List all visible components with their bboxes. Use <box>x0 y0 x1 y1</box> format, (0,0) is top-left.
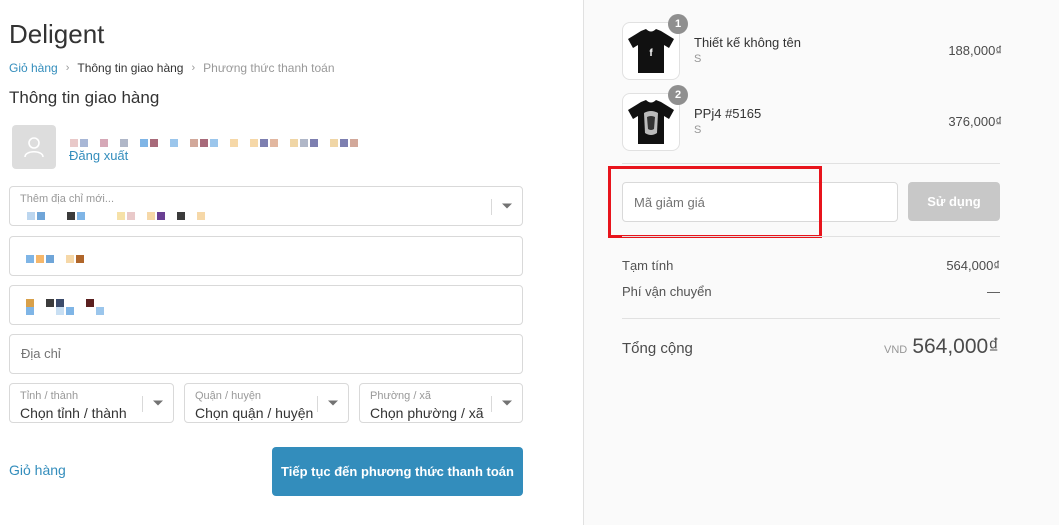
select-divider <box>491 199 492 215</box>
phone-field[interactable] <box>9 285 523 325</box>
subtotal-value: 564,000₫ <box>946 258 1000 273</box>
address-field[interactable]: Địa chỉ <box>9 334 523 374</box>
address-placeholder: Địa chỉ <box>21 346 61 361</box>
quantity-badge: 1 <box>668 14 688 34</box>
back-to-cart-link[interactable]: Giỏ hàng <box>9 462 66 478</box>
chevron-right-icon: › <box>65 62 70 74</box>
shipping-value: — <box>987 284 1000 299</box>
chevron-right-icon: › <box>191 62 196 74</box>
product-name: Thiết kế không tên <box>694 35 801 50</box>
ward-label: Phường / xã <box>370 390 432 402</box>
divider <box>622 163 1000 164</box>
shipping-label: Phí vận chuyển <box>622 284 712 299</box>
total-label: Tổng cộng <box>622 340 693 357</box>
subtotal-line: Tạm tính 564,000₫ <box>622 258 1000 273</box>
shipping-line: Phí vận chuyển — <box>622 284 1000 299</box>
address-select-label: Thêm địa chỉ mới... <box>20 193 115 205</box>
avatar <box>12 125 56 169</box>
logout-link[interactable]: Đăng xuất <box>69 148 128 163</box>
ward-value: Chọn phường / xã <box>370 405 484 421</box>
cart-item: f 1 Thiết kế không tên S 188,000₫ <box>622 14 1002 82</box>
chevron-down-icon <box>153 400 163 406</box>
breadcrumb-payment: Phương thức thanh toán <box>203 61 335 75</box>
cart-item: 2 PPj4 #5165 S 376,000₫ <box>622 85 1002 153</box>
divider <box>622 236 1000 237</box>
apply-discount-button[interactable]: Sử dụng <box>908 182 1000 221</box>
province-value: Chọn tỉnh / thành <box>20 405 127 421</box>
redacted-name-value <box>26 255 84 263</box>
total-value: 564,000₫ <box>912 335 999 358</box>
section-title: Thông tin giao hàng <box>9 88 160 107</box>
select-divider <box>491 396 492 412</box>
province-label: Tỉnh / thành <box>20 390 79 402</box>
district-value: Chọn quận / huyện <box>195 405 314 421</box>
redacted-phone-value <box>26 299 94 307</box>
district-select[interactable]: Quận / huyện Chọn quận / huyện <box>184 383 349 423</box>
tshirt-icon <box>628 100 674 144</box>
order-summary-sidebar: f 1 Thiết kế không tên S 188,000₫ 2 PPj4… <box>583 0 1059 525</box>
annotation-highlight-box <box>608 166 822 238</box>
continue-to-payment-button[interactable]: Tiếp tục đến phương thức thanh toán <box>272 447 523 496</box>
product-name: PPj4 #5165 <box>694 106 762 121</box>
breadcrumb-cart[interactable]: Giỏ hàng <box>9 61 58 75</box>
breadcrumb-shipping: Thông tin giao hàng <box>77 61 184 75</box>
quantity-badge: 2 <box>668 85 688 105</box>
redacted-phone-value-row2 <box>26 307 104 315</box>
total-currency: VND <box>884 344 908 356</box>
redacted-account-email <box>70 139 358 147</box>
address-select[interactable]: Thêm địa chỉ mới... <box>9 186 523 226</box>
province-select[interactable]: Tỉnh / thành Chọn tỉnh / thành <box>9 383 174 423</box>
select-divider <box>142 396 143 412</box>
chevron-down-icon <box>502 203 512 209</box>
chevron-down-icon <box>502 400 512 406</box>
product-price: 188,000₫ <box>948 43 1002 58</box>
subtotal-label: Tạm tính <box>622 258 674 273</box>
user-icon <box>24 137 44 158</box>
divider <box>622 318 1000 319</box>
ward-select[interactable]: Phường / xã Chọn phường / xã <box>359 383 523 423</box>
product-variant: S <box>694 53 702 65</box>
breadcrumb: Giỏ hàng › Thông tin giao hàng › Phương … <box>9 61 335 75</box>
product-variant: S <box>694 124 702 136</box>
chevron-down-icon <box>328 400 338 406</box>
product-price: 376,000₫ <box>948 114 1002 129</box>
tshirt-icon: f <box>628 29 674 73</box>
checkout-main: Deligent Giỏ hàng › Thông tin giao hàng … <box>0 0 583 525</box>
store-logo[interactable]: Deligent <box>9 19 104 50</box>
name-field[interactable] <box>9 236 523 276</box>
select-divider <box>317 396 318 412</box>
district-label: Quận / huyện <box>195 390 262 402</box>
redacted-address-value <box>27 212 205 220</box>
